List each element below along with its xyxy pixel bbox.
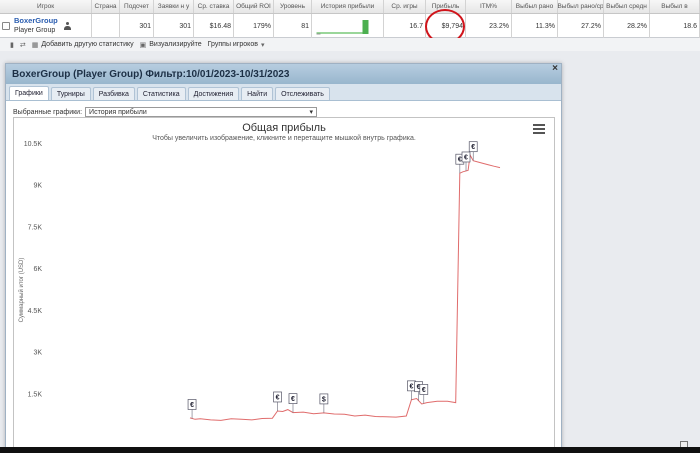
column-header[interactable]: Общий ROI (234, 0, 274, 13)
column-header[interactable]: Выбыл средн (604, 0, 650, 13)
column-header[interactable]: Ср. игры (384, 0, 426, 13)
player-info: BoxerGroup Player Group (14, 16, 58, 36)
column-header[interactable]: Выбыл в (650, 0, 700, 13)
level-cell: 81 (274, 14, 312, 38)
y-tick-label: 7.5K (28, 224, 43, 231)
modal-tab-bar: Графики Турниры Разбивка Статистика Дост… (6, 84, 561, 101)
modal-title: BoxerGroup (Player Group) Фильтр:10/01/2… (12, 68, 290, 80)
y-axis-label: Суммарный итог (USD) (18, 258, 25, 323)
column-header[interactable]: Подсчет (120, 0, 154, 13)
add-stat-label: Добавить другую статистику (41, 41, 134, 48)
column-header[interactable]: История прибыли (312, 0, 384, 13)
visualize-label: Визуализируйте (149, 41, 202, 48)
stats-table: Игрок Страна Подсчет Заявки н у Ср. став… (0, 0, 700, 44)
table-row[interactable]: BoxerGroup Player Group 301 301 $16.48 1… (0, 14, 700, 38)
count-cell: 301 (120, 14, 154, 38)
row-checkbox[interactable] (2, 22, 10, 30)
late-cell: 18.6 (650, 14, 700, 38)
marker-symbol: € (276, 394, 280, 401)
tab-find[interactable]: Найти (241, 87, 274, 100)
user-icon[interactable] (63, 22, 71, 30)
player-name-link[interactable]: BoxerGroup (14, 16, 58, 26)
tab-charts[interactable]: Графики (9, 86, 49, 100)
background-area (562, 51, 700, 448)
column-header[interactable]: Игрок (0, 0, 92, 13)
entries-cell: 301 (154, 14, 194, 38)
avg-games-cell: 16.7 (384, 14, 426, 38)
chart-select[interactable]: История прибыли ▾ (85, 107, 318, 117)
mid-cell: 28.2% (604, 14, 650, 38)
chart-selector-label: Выбранные графики: (13, 108, 83, 116)
taskbar (0, 447, 700, 453)
marker-symbol: € (471, 144, 475, 151)
profit-sparkline[interactable] (314, 16, 381, 36)
grid-icon: ▦ (31, 41, 39, 49)
marker-symbol: € (190, 402, 194, 409)
y-tick-label: 4.5K (28, 308, 43, 315)
tab-achievements[interactable]: Достижения (187, 87, 240, 100)
column-header[interactable]: Выбыл рано (512, 0, 558, 13)
profit-chart[interactable]: 1.5K 3K 4.5K 6K 7.5K 9K 10.5K Суммарный итог (U… (14, 118, 556, 453)
marker-symbol: € (422, 387, 426, 394)
country-cell (92, 14, 120, 38)
hamburger-menu-icon[interactable] (533, 124, 545, 134)
marker-symbol: $ (322, 396, 326, 403)
player-group-label: Player Group (14, 27, 56, 34)
visualize-button[interactable]: ▣ Визуализируйте (140, 41, 202, 49)
y-tick-label: 10.5K (24, 141, 43, 148)
tab-track[interactable]: Отслеживать (275, 87, 330, 100)
roi-cell: 179% (234, 14, 274, 38)
marker-symbol: € (458, 157, 462, 164)
trash-icon[interactable]: ▮ (10, 41, 14, 49)
image-icon: ▣ (139, 41, 147, 49)
y-tick-label: 1.5K (28, 391, 43, 398)
stats-toolbar: ▮ ⇄ ▦ Добавить другую статистику ▣ Визуа… (0, 38, 700, 51)
chart-selector-row: Выбранные графики: История прибыли ▾ (13, 107, 318, 117)
early-mid-cell: 27.2% (558, 14, 604, 38)
tab-tournaments[interactable]: Турниры (50, 87, 91, 100)
tab-breakdown[interactable]: Разбивка (92, 87, 135, 100)
player-groups-label: Группы игроков (207, 41, 258, 48)
early-cell: 11.3% (512, 14, 558, 38)
column-header[interactable]: Страна (92, 0, 120, 13)
column-header[interactable]: Уровень (274, 0, 312, 13)
marker-symbol: € (464, 154, 468, 161)
chart-title: Общая прибыль (242, 122, 326, 134)
modal-titlebar[interactable]: BoxerGroup (Player Group) Фильтр:10/01/2… (6, 64, 561, 84)
avg-stake-cell: $16.48 (194, 14, 234, 38)
player-modal: BoxerGroup (Player Group) Фильтр:10/01/2… (5, 63, 562, 453)
player-groups-dropdown[interactable]: Группы игроков ▾ (208, 41, 265, 49)
profit-history-cell[interactable] (312, 14, 384, 38)
column-header[interactable]: Заявки н у (154, 0, 194, 13)
stats-header-row: Игрок Страна Подсчет Заявки н у Ср. став… (0, 0, 700, 14)
profit-series-line (189, 153, 501, 421)
tab-statistics[interactable]: Статистика (136, 87, 186, 100)
column-header[interactable]: Ср. ставка (194, 0, 234, 13)
chart-select-value: История прибыли (89, 108, 147, 116)
marker-symbol: € (291, 396, 295, 403)
add-stat-button[interactable]: ▦ Добавить другую статистику (32, 41, 134, 49)
y-tick-label: 6K (33, 266, 42, 273)
chevron-down-icon: ▾ (260, 41, 265, 49)
marker-symbol: € (409, 383, 413, 390)
close-icon[interactable]: × (550, 64, 560, 74)
chevron-down-icon: ▾ (309, 109, 314, 116)
player-cell: BoxerGroup Player Group (0, 14, 92, 38)
y-tick-label: 3K (33, 350, 42, 357)
column-header[interactable]: ITM% (466, 0, 512, 13)
chart-subtitle: Чтобы увеличить изображение, кликните и … (152, 135, 416, 142)
y-tick-label: 9K (33, 183, 42, 190)
column-header[interactable]: Выбыл рано/ср (558, 0, 604, 13)
chart-panel[interactable]: 1.5K 3K 4.5K 6K 7.5K 9K 10.5K Суммарный итог (U… (13, 117, 555, 453)
itm-cell: 23.2% (466, 14, 512, 38)
export-icon[interactable]: ⇄ (20, 41, 26, 49)
